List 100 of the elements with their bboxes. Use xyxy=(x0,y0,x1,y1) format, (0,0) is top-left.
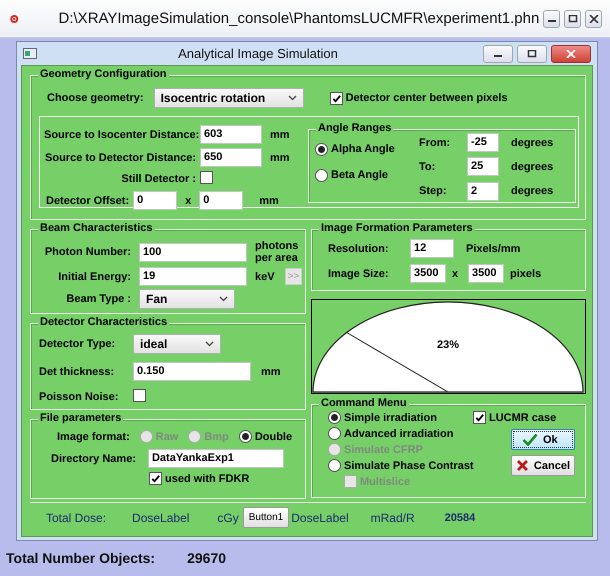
radio-label: Alpha Angle xyxy=(331,143,395,155)
close-button[interactable] xyxy=(551,44,591,62)
field-label: Det thickness: xyxy=(39,366,116,378)
checkbox-label: Multislice xyxy=(360,476,410,488)
group-title: Detector Characteristics xyxy=(40,316,168,328)
unit-label: pixels xyxy=(510,268,542,280)
separator-label: x xyxy=(452,268,460,280)
dropdown-value: ideal xyxy=(140,337,168,351)
text-field[interactable]: 603 xyxy=(200,125,262,144)
dose-label: Total Dose: xyxy=(46,510,106,524)
field-label: Step: xyxy=(419,185,448,198)
field-label: To: xyxy=(419,160,436,173)
checkbox[interactable] xyxy=(473,411,486,424)
count-value: 20584 xyxy=(444,512,476,524)
dose-value: DoseLabel xyxy=(132,510,190,524)
radio-button[interactable] xyxy=(315,142,328,156)
radio-button[interactable] xyxy=(315,168,328,182)
unit-label: keV xyxy=(255,270,275,282)
unit-label: degrees xyxy=(511,185,554,198)
group-title: Geometry Configuration xyxy=(40,68,167,80)
field-label: Detector Offset: xyxy=(46,194,130,206)
text-field[interactable]: 100 xyxy=(139,242,247,262)
text-field[interactable]: 0 xyxy=(133,191,178,210)
chevron-icon xyxy=(219,296,228,302)
text-field[interactable]: 12 xyxy=(410,239,454,258)
checkbox-label: LUCMR case xyxy=(489,412,556,424)
unit-label: mRad/R xyxy=(370,510,415,524)
checkbox[interactable] xyxy=(200,171,213,184)
group-title: Angle Ranges xyxy=(318,122,392,134)
separator-label: x xyxy=(185,194,192,206)
field-label: Directory Name: xyxy=(51,452,136,464)
unit-label: mm xyxy=(259,194,279,206)
unit-label: mm xyxy=(270,128,291,140)
field-label: Beam Type : xyxy=(65,293,131,305)
dropdown[interactable]: ideal xyxy=(133,334,221,354)
group-title: Beam Characteristics xyxy=(40,222,153,234)
checkbox[interactable] xyxy=(133,389,146,402)
dropdown-value: Isocentric rotation xyxy=(160,91,266,105)
field-label: From: xyxy=(419,136,452,149)
unit-label: photons per area xyxy=(255,240,300,264)
cancel-button[interactable]: Cancel xyxy=(511,455,575,476)
window-icon xyxy=(23,48,37,59)
field-label: Image format: xyxy=(57,430,130,442)
text-field[interactable]: 0 xyxy=(199,191,244,210)
unit-label: cGy xyxy=(217,510,239,524)
close-icon xyxy=(566,50,576,58)
maximize-icon xyxy=(568,14,578,22)
radio-button[interactable] xyxy=(238,430,252,443)
maximize-button[interactable] xyxy=(564,10,582,28)
close-icon xyxy=(588,14,599,22)
radio-label: Bmp xyxy=(204,430,229,442)
dropdown[interactable]: Isocentric rotation xyxy=(154,88,304,108)
radio-label: Simple irradiation xyxy=(344,412,437,424)
text-field[interactable]: 25 xyxy=(467,157,499,176)
checkbox[interactable] xyxy=(330,92,343,104)
unit-label: mm xyxy=(261,366,282,378)
checkmark-icon xyxy=(522,433,538,446)
checkbox[interactable] xyxy=(149,472,162,485)
text-field[interactable]: 2 xyxy=(467,182,499,201)
x-mark-icon xyxy=(516,459,529,472)
dropdown[interactable]: Fan xyxy=(139,289,235,309)
checkbox-label: used with FDKR xyxy=(165,472,250,484)
text-field[interactable]: 3500 xyxy=(410,264,446,283)
radio-button[interactable] xyxy=(328,459,341,472)
text-field[interactable]: -25 xyxy=(467,133,499,152)
field-label: Still Detector : xyxy=(120,173,196,185)
field-label: Photon Number: xyxy=(44,246,131,258)
dropdown-value: Fan xyxy=(146,292,168,306)
ok-button[interactable]: Ok xyxy=(511,429,575,450)
text-field[interactable]: 0.150 xyxy=(133,362,251,381)
radio-button[interactable] xyxy=(328,427,341,440)
field-label: Initial Energy: xyxy=(57,270,131,282)
field-label: Choose geometry: xyxy=(47,92,144,104)
radio-button[interactable] xyxy=(328,411,341,424)
radio-label: Double xyxy=(254,430,292,442)
group-title: Command Menu xyxy=(321,397,407,409)
checkbox-label: Detector center between pixels xyxy=(346,92,508,104)
radio-label: Simulate Phase Contrast xyxy=(344,460,474,472)
field-label: Resolution: xyxy=(328,242,390,254)
field-label: Source to Detector Distance: xyxy=(44,152,196,164)
minimize-button[interactable] xyxy=(543,10,560,28)
percent-label: 23% xyxy=(436,339,460,351)
group-title: Image Formation Parameters xyxy=(321,222,473,234)
chevron-icon xyxy=(205,341,214,347)
window-title: D:\XRAYImageSimulation_console\PhantomsLUCMFR\experiment1.phn xyxy=(58,10,540,27)
unit-label: degrees xyxy=(511,160,554,173)
field-label: Source to Isocenter Distance: xyxy=(44,128,196,140)
maximize-button[interactable] xyxy=(517,44,547,62)
minimize-button[interactable] xyxy=(483,44,513,62)
radio-label: Advanced irradiation xyxy=(344,428,454,440)
text-field[interactable]: 650 xyxy=(200,148,262,167)
action-button[interactable]: Button1 xyxy=(242,507,290,528)
text-field[interactable]: 19 xyxy=(139,267,247,286)
close-button[interactable] xyxy=(585,10,602,28)
unit-label: mm xyxy=(270,152,291,164)
text-field[interactable]: DataYankaExp1 xyxy=(148,449,284,468)
radio-label: Beta Angle xyxy=(331,169,388,181)
dose-value: DoseLabel xyxy=(291,510,349,524)
field-label: Poisson Noise: xyxy=(39,391,120,403)
text-field[interactable]: 3500 xyxy=(468,264,504,283)
